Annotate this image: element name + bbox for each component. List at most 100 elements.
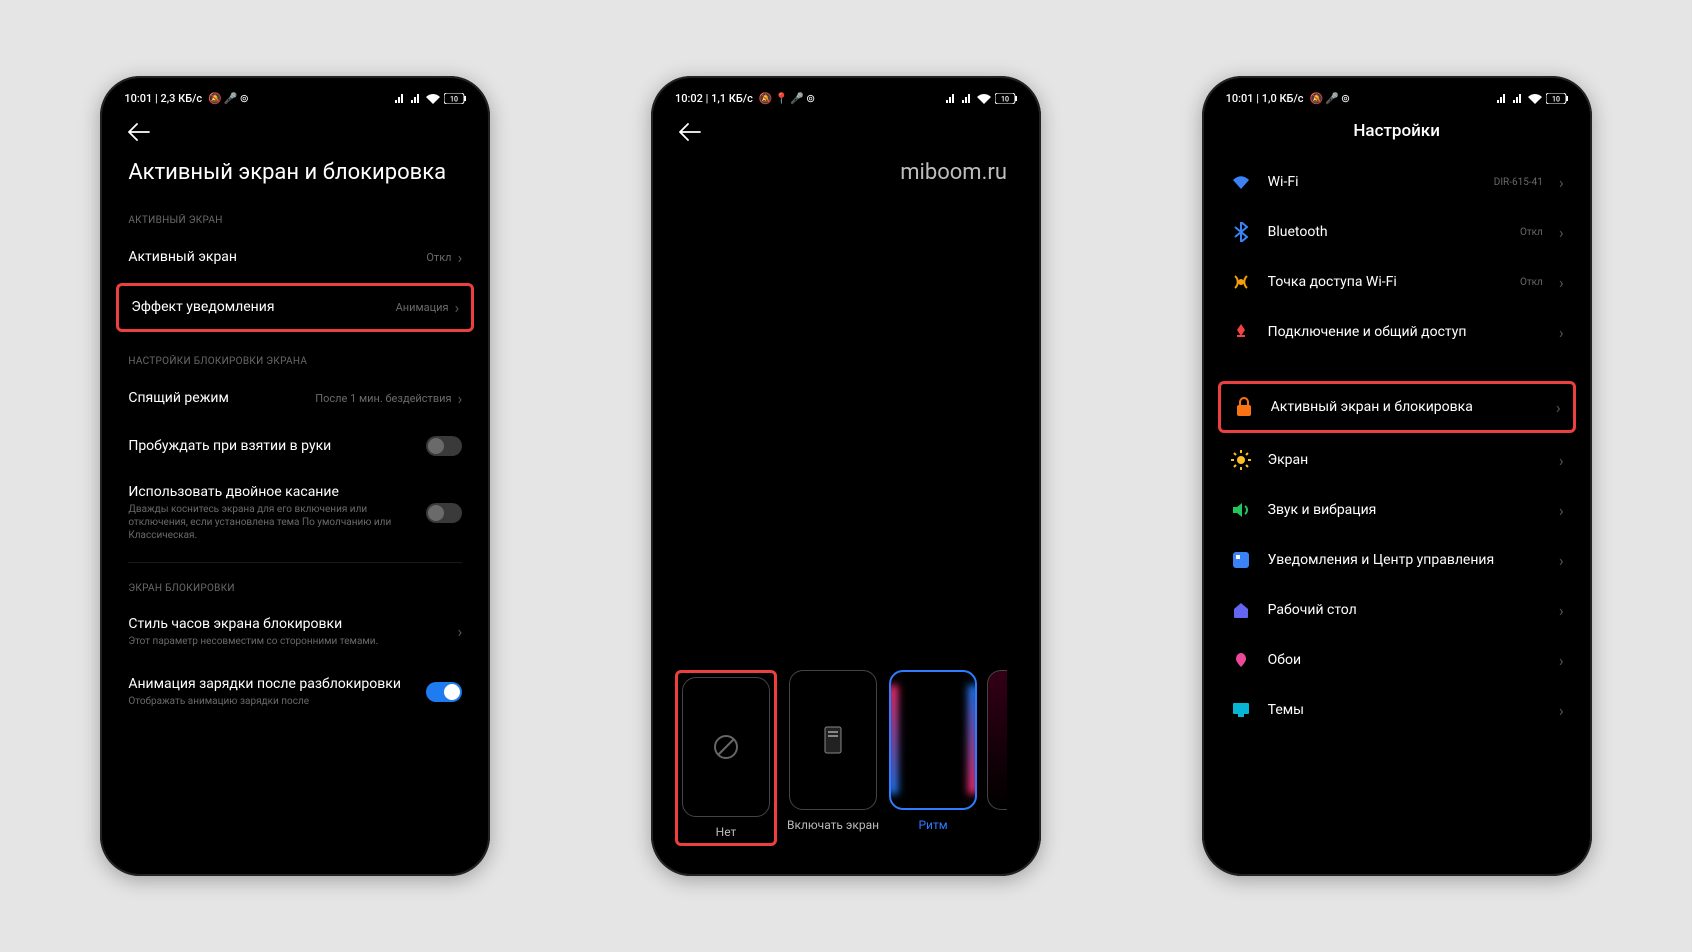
row-label: Wi-Fi: [1268, 174, 1478, 190]
page-title: Активный экран и блокировка: [110, 151, 480, 201]
status-right-icons: 10: [945, 93, 1017, 104]
share-icon: [1230, 321, 1252, 343]
watermark: miboom.ru: [900, 160, 1007, 185]
row-label: Стиль часов экрана блокировки: [128, 616, 457, 632]
row-label: Обои: [1268, 652, 1543, 668]
app-icon: ⊚: [806, 92, 815, 105]
row-value: Откл: [1520, 227, 1543, 238]
chevron-right-icon: ›: [1559, 451, 1564, 470]
effect-card-partial[interactable]: [987, 670, 1007, 810]
row-label: Использовать двойное касание: [128, 484, 426, 500]
chevron-right-icon: ›: [458, 622, 463, 641]
row-display[interactable]: Экран ›: [1212, 435, 1582, 485]
toggle-double-tap[interactable]: [426, 503, 462, 523]
chevron-right-icon: ›: [455, 298, 460, 317]
row-subtitle: Этот параметр несовместим со сторонними …: [128, 635, 457, 648]
home-icon: [1230, 599, 1252, 621]
status-time: 10:01 | 2,3 КБ/с: [124, 92, 202, 105]
app-icon: ⊚: [240, 92, 249, 105]
phone-left: 10:01 | 2,3 КБ/с 🔕 🎤 ⊚ 10 Активный экран…: [100, 76, 490, 876]
effect-label: Ритм: [918, 818, 947, 832]
none-icon: [712, 733, 740, 761]
row-label: Пробуждать при взятии в руки: [128, 438, 426, 454]
chevron-right-icon: ›: [1559, 501, 1564, 520]
wallpaper-icon: [1230, 649, 1252, 671]
chevron-right-icon: ›: [1559, 223, 1564, 242]
row-value: После 1 мин. бездействия: [315, 392, 451, 405]
toggle-charging-animation[interactable]: [426, 682, 462, 702]
row-charging-animation[interactable]: Анимация зарядки после разблокировки Ото…: [110, 662, 480, 722]
wifi-icon: [1230, 171, 1252, 193]
dnd-icon: 🔕: [759, 92, 773, 105]
volume-icon: [1230, 499, 1252, 521]
chevron-right-icon: ›: [1559, 651, 1564, 670]
row-wifi[interactable]: Wi-Fi DIR-615-41 ›: [1212, 157, 1582, 207]
row-sound[interactable]: Звук и вибрация ›: [1212, 485, 1582, 535]
chevron-right-icon: ›: [1559, 601, 1564, 620]
divider: [128, 562, 462, 563]
toggle-raise-to-wake[interactable]: [426, 436, 462, 456]
row-label: Эффект уведомления: [131, 299, 395, 315]
chevron-right-icon: ›: [1559, 323, 1564, 342]
status-time: 10:02 | 1,1 КБ/с: [675, 92, 753, 105]
row-label: Точка доступа Wi-Fi: [1268, 274, 1504, 290]
row-hotspot[interactable]: Точка доступа Wi-Fi Откл ›: [1212, 257, 1582, 307]
status-bar: 10:01 | 1,0 КБ/с 🔕 🎤 ⊚ 10: [1212, 86, 1582, 109]
status-bar: 10:02 | 1,1 КБ/с 🔕 📍 🎤 ⊚ 10: [661, 86, 1031, 109]
row-connection-sharing[interactable]: Подключение и общий доступ ›: [1212, 307, 1582, 357]
chevron-right-icon: ›: [1559, 551, 1564, 570]
hotspot-icon: [1230, 271, 1252, 293]
lock-icon: [1233, 396, 1255, 418]
row-notifications[interactable]: Уведомления и Центр управления ›: [1212, 535, 1582, 585]
svg-text:10: 10: [450, 96, 458, 104]
row-value: Откл: [1520, 277, 1543, 288]
mic-icon: 🎤: [1325, 92, 1339, 105]
row-active-screen[interactable]: Активный экран Откл ›: [110, 234, 480, 281]
section-lock-settings: НАСТРОЙКИ БЛОКИРОВКИ ЭКРАНА: [110, 342, 480, 375]
status-bar: 10:01 | 2,3 КБ/с 🔕 🎤 ⊚ 10: [110, 86, 480, 109]
row-themes[interactable]: Темы ›: [1212, 685, 1582, 735]
dnd-icon: 🔕: [208, 92, 222, 105]
row-label: Подключение и общий доступ: [1268, 324, 1543, 340]
back-button[interactable]: [661, 109, 1031, 151]
mic-icon: 🎤: [790, 92, 804, 105]
row-home-screen[interactable]: Рабочий стол ›: [1212, 585, 1582, 635]
effect-label: Нет: [716, 825, 737, 839]
effect-card-rhythm[interactable]: Ритм: [889, 670, 977, 846]
control-center-icon: [1230, 549, 1252, 571]
status-right-icons: 10: [394, 93, 466, 104]
brightness-icon: [1230, 449, 1252, 471]
status-right-icons: 10: [1496, 93, 1568, 104]
section-active-screen: АКТИВНЫЙ ЭКРАН: [110, 201, 480, 234]
dnd-icon: 🔕: [1309, 92, 1323, 105]
row-label: Уведомления и Центр управления: [1268, 552, 1543, 568]
back-button[interactable]: [110, 109, 480, 151]
row-label: Анимация зарядки после разблокировки: [128, 676, 426, 692]
phone-icon: [824, 726, 842, 754]
row-value: Анимация: [396, 301, 449, 314]
chevron-right-icon: ›: [458, 248, 463, 267]
svg-text:10: 10: [1552, 96, 1560, 104]
phone-middle: 10:02 | 1,1 КБ/с 🔕 📍 🎤 ⊚ 10 miboom.ru: [651, 76, 1041, 876]
chevron-right-icon: ›: [1559, 273, 1564, 292]
row-label: Спящий режим: [128, 390, 315, 406]
effect-options: Нет Включать экран Ритм: [675, 670, 1031, 846]
app-icon: ⊚: [1341, 92, 1350, 105]
themes-icon: [1230, 699, 1252, 721]
row-double-tap[interactable]: Использовать двойное касание Дважды косн…: [110, 470, 480, 556]
row-lock-screen[interactable]: Активный экран и блокировка ›: [1218, 381, 1576, 433]
row-bluetooth[interactable]: Bluetooth Откл ›: [1212, 207, 1582, 257]
effect-card-none[interactable]: Нет: [675, 670, 777, 846]
row-raise-to-wake[interactable]: Пробуждать при взятии в руки: [110, 422, 480, 470]
row-subtitle: Отображать анимацию зарядки после: [128, 695, 426, 708]
row-sleep-mode[interactable]: Спящий режим После 1 мин. бездействия ›: [110, 375, 480, 422]
bluetooth-icon: [1230, 221, 1252, 243]
row-label: Активный экран: [128, 249, 426, 265]
row-clock-style[interactable]: Стиль часов экрана блокировки Этот парам…: [110, 602, 480, 662]
chevron-right-icon: ›: [1556, 398, 1561, 417]
svg-text:10: 10: [1001, 96, 1009, 104]
effect-card-wake-screen[interactable]: Включать экран: [787, 670, 879, 846]
row-wallpaper[interactable]: Обои ›: [1212, 635, 1582, 685]
row-label: Рабочий стол: [1268, 602, 1543, 618]
row-notification-effect[interactable]: Эффект уведомления Анимация ›: [116, 283, 474, 332]
